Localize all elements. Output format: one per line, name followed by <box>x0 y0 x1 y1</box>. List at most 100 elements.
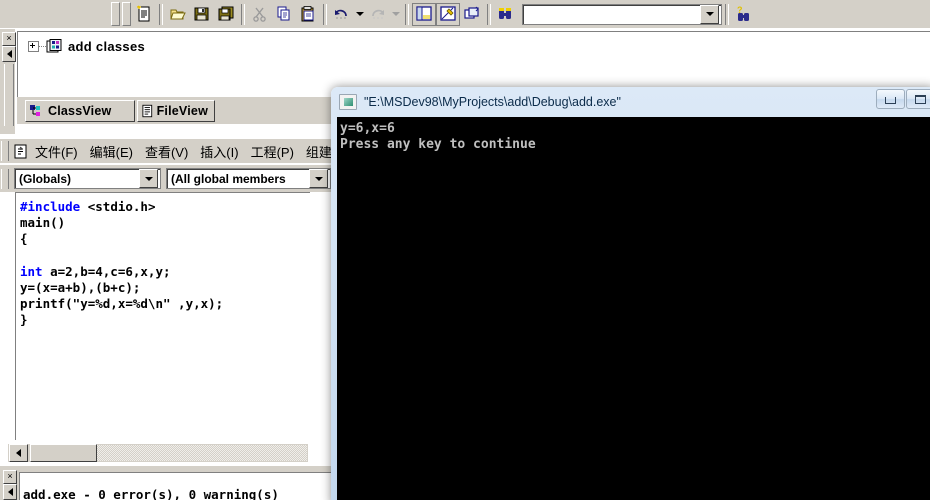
chevron-down-icon <box>314 176 323 181</box>
redo-dropdown-button[interactable] <box>390 3 402 26</box>
window-controls <box>876 89 930 109</box>
toolbar-separator-1 <box>159 3 163 25</box>
menu-item-insert[interactable]: 插入(I) <box>194 140 244 163</box>
tree-connector <box>39 45 46 48</box>
copy-icon <box>277 6 290 21</box>
menubar-grip[interactable] <box>1 141 9 161</box>
help-search-button[interactable]: ? <box>732 3 756 26</box>
main-toolbar: ? <box>0 0 930 29</box>
tab-label-classview: ClassView <box>48 104 112 118</box>
tree-item-add-classes[interactable]: add classes <box>18 32 930 54</box>
scissors-icon <box>253 7 266 22</box>
code-editor[interactable]: #include <stdio.h> main() { int a=2,b=4,… <box>15 192 310 440</box>
workspace-drag-rail[interactable] <box>4 64 14 126</box>
console-output-area[interactable]: y=6,x=6 Press any key to continue <box>337 117 930 500</box>
maximize-button[interactable] <box>906 89 930 109</box>
scope-combo[interactable]: (Globals) <box>14 168 161 189</box>
console-window-title: "E:\MSDev98\MyProjects\add\Debug\add.exe… <box>364 95 621 109</box>
toolbar-separator-6 <box>725 3 729 25</box>
chevron-left-icon <box>6 50 12 58</box>
output-toggle-button[interactable] <box>436 2 460 26</box>
undo-dropdown-button[interactable] <box>354 3 366 26</box>
paste-button[interactable] <box>296 3 320 26</box>
menu-item-file[interactable]: 文件(F) <box>29 140 84 163</box>
save-button[interactable] <box>190 3 214 26</box>
app-root: ? × add classes ClassView FileView 文件(F)… <box>0 0 930 500</box>
scroll-left-button[interactable] <box>9 444 28 462</box>
workspace-close-button[interactable]: × <box>2 32 16 46</box>
menubar-document-button[interactable] <box>11 142 29 160</box>
save-all-icon <box>218 6 234 21</box>
menu-item-edit[interactable]: 编辑(E) <box>84 140 139 163</box>
minimize-button[interactable] <box>876 89 905 109</box>
output-collapse-button[interactable] <box>3 484 17 500</box>
class-folder-icon <box>46 39 62 53</box>
new-file-button[interactable] <box>132 3 156 26</box>
toolbar-grip-2[interactable] <box>122 2 131 26</box>
copy-button[interactable] <box>272 3 296 26</box>
redo-arrow-icon <box>372 9 384 19</box>
editor-horizontal-scrollbar[interactable] <box>8 444 308 462</box>
find-combo[interactable] <box>522 3 722 25</box>
maximize-icon <box>915 94 926 104</box>
toolbar-grip[interactable] <box>111 2 120 26</box>
toolbar-separator-5 <box>487 3 491 25</box>
scrollbar-thumb[interactable] <box>30 444 97 462</box>
classview-icon <box>30 104 40 116</box>
open-folder-icon <box>170 9 186 20</box>
tree-expand-icon[interactable] <box>28 41 39 52</box>
menu-item-project[interactable]: 工程(P) <box>245 140 300 163</box>
console-titlebar[interactable]: "E:\MSDev98\MyProjects\add\Debug\add.exe… <box>331 87 930 117</box>
find-combo-dropdown[interactable] <box>700 4 719 24</box>
members-combo[interactable]: (All global members <box>166 168 331 189</box>
tab-label-fileview: FileView <box>156 104 208 118</box>
toolbar-empty-area <box>0 0 110 28</box>
chevron-left-icon <box>16 449 21 457</box>
tree-item-label: add classes <box>68 39 146 54</box>
find-in-files-button[interactable] <box>494 3 518 26</box>
open-file-button[interactable] <box>166 3 190 26</box>
console-output-line-1: y=6,x=6 <box>340 121 395 136</box>
menu-item-view[interactable]: 查看(V) <box>139 140 194 163</box>
console-monitor-icon <box>339 94 357 110</box>
scope-combo-value: (Globals) <box>19 171 72 186</box>
chevron-down-icon <box>356 12 364 16</box>
redo-button[interactable] <box>366 3 390 26</box>
chevron-left-icon <box>7 488 13 496</box>
members-combo-dropdown[interactable] <box>309 169 328 188</box>
scrollbar-track[interactable] <box>97 445 307 461</box>
console-window[interactable]: "E:\MSDev98\MyProjects\add\Debug\add.exe… <box>331 87 930 500</box>
sidebar-item-classview[interactable]: ClassView <box>25 100 135 122</box>
output-close-button[interactable]: × <box>3 470 17 484</box>
wizardbar-grip[interactable] <box>1 168 9 189</box>
toolbar-separator-2 <box>241 3 245 25</box>
undo-button[interactable] <box>330 3 354 26</box>
workspace-window-icon <box>416 6 432 21</box>
output-window-icon <box>440 6 456 21</box>
console-output-line-2: Press any key to continue <box>340 137 536 152</box>
binoculars-icon <box>499 8 511 19</box>
help-binoculars-icon: ? <box>737 5 749 21</box>
chevron-down-icon-disabled <box>392 12 400 16</box>
floppy-disk-icon <box>194 7 209 21</box>
window-list-button[interactable] <box>460 3 484 26</box>
fileview-icon <box>142 104 153 118</box>
sidebar-item-fileview[interactable]: FileView <box>137 100 215 122</box>
window-stack-icon <box>464 6 479 19</box>
cut-button[interactable] <box>248 3 272 26</box>
toolbar-separator-4 <box>405 3 409 25</box>
chevron-down-icon <box>144 176 153 181</box>
members-combo-value: (All global members <box>171 171 286 186</box>
workspace-collapse-button[interactable] <box>2 46 16 62</box>
source-code: #include <stdio.h> main() { int a=2,b=4,… <box>20 199 224 328</box>
clipboard-paste-icon <box>301 6 314 22</box>
chevron-down-icon <box>705 12 714 16</box>
scope-combo-dropdown[interactable] <box>139 169 158 188</box>
minimize-icon <box>885 97 896 104</box>
save-all-button[interactable] <box>214 3 238 26</box>
workspace-toggle-button[interactable] <box>412 2 436 26</box>
document-icon <box>14 144 26 158</box>
undo-arrow-icon <box>335 9 347 19</box>
new-document-icon <box>137 5 150 22</box>
toolbar-separator-3 <box>323 3 327 25</box>
